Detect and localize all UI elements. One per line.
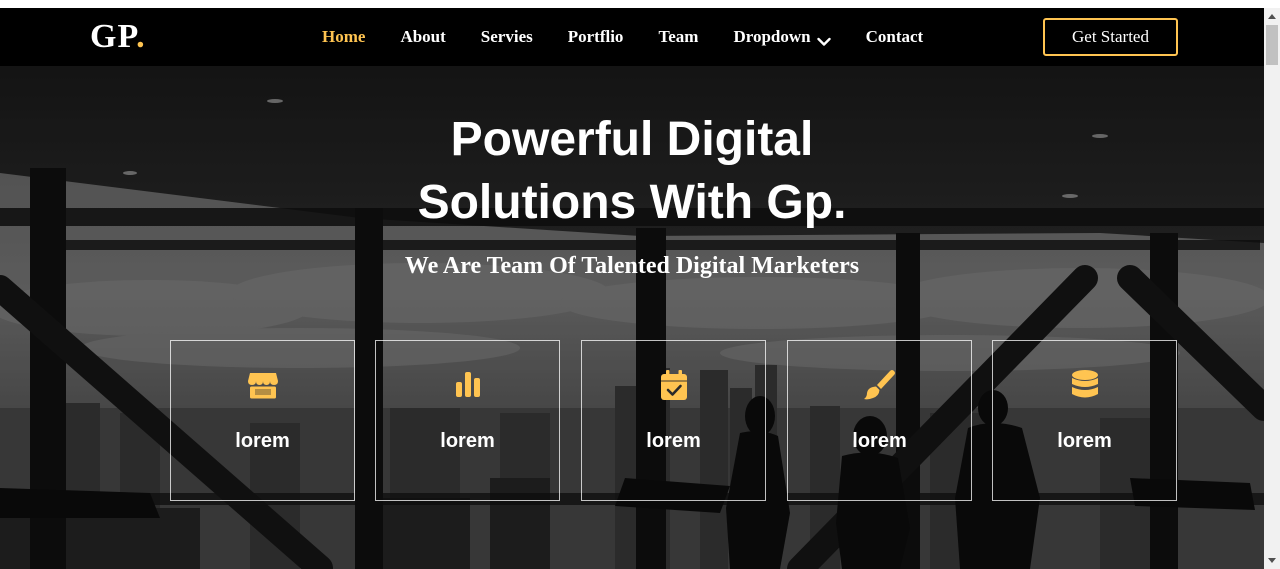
icon-box-label: lorem (440, 430, 495, 452)
icon-box-5[interactable]: lorem (992, 340, 1177, 501)
database-icon (993, 369, 1176, 403)
scroll-down-arrow-icon[interactable] (1264, 553, 1280, 569)
store-icon (171, 369, 354, 403)
icon-box-1[interactable]: lorem (170, 340, 355, 501)
logo[interactable]: GP. (90, 18, 146, 56)
nav-services[interactable]: Servies (481, 27, 533, 47)
nav-dropdown[interactable]: Dropdown (733, 27, 831, 47)
hero-title-line2: Solutions With Gp. (417, 176, 847, 229)
icon-box-2[interactable]: lorem (375, 340, 560, 501)
icon-box-label: lorem (1057, 430, 1112, 452)
nav-dropdown-label: Dropdown (733, 27, 811, 46)
hero-subtitle: We Are Team Of Talented Digital Marketer… (404, 253, 860, 279)
browser-top-strip (0, 0, 1280, 8)
scroll-up-arrow-icon[interactable] (1264, 8, 1280, 24)
get-started-button[interactable]: Get Started (1043, 18, 1178, 56)
nav-home[interactable]: Home (322, 27, 365, 47)
icon-box-3[interactable]: lorem (581, 340, 766, 501)
page-viewport: GP. Home About Servies Portflio Team Dro… (0, 8, 1264, 569)
hero-title-line1: Powerful Digital (450, 113, 814, 166)
nav-portfolio[interactable]: Portflio (568, 27, 624, 47)
scrollbar-thumb[interactable] (1266, 25, 1278, 65)
nav-contact[interactable]: Contact (866, 27, 924, 47)
icon-box-4[interactable]: lorem (787, 340, 972, 501)
paint-brush-icon (788, 369, 971, 403)
icon-box-label: lorem (235, 430, 290, 452)
calendar-check-icon (582, 369, 765, 403)
icon-boxes: lorem lorem lorem lorem lorem (170, 340, 1178, 502)
bar-chart-icon (376, 369, 559, 403)
hero-title: Powerful Digital Solutions With Gp. (0, 108, 1264, 234)
page-scrollbar[interactable] (1264, 8, 1280, 569)
site-header: GP. Home About Servies Portflio Team Dro… (0, 8, 1264, 66)
chevron-down-icon (816, 32, 831, 46)
main-nav: Home About Servies Portflio Team Dropdow… (322, 8, 958, 66)
logo-dot: . (136, 18, 146, 55)
nav-team[interactable]: Team (658, 27, 698, 47)
nav-about[interactable]: About (400, 27, 445, 47)
icon-box-label: lorem (852, 430, 907, 452)
icon-box-label: lorem (646, 430, 701, 452)
logo-text: GP (90, 18, 137, 55)
